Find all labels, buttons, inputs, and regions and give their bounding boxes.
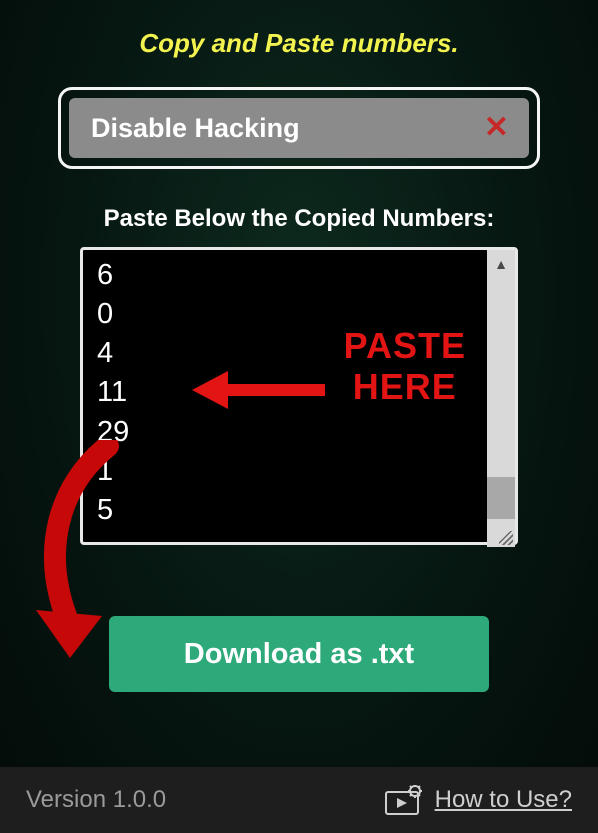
disable-hacking-label: Disable Hacking — [91, 113, 300, 144]
resize-grip-icon[interactable] — [493, 525, 515, 547]
numbers-textarea[interactable] — [80, 247, 518, 545]
disable-hacking-box: Disable Hacking ✕ — [58, 87, 540, 169]
how-to-use-label: How to Use? — [435, 786, 572, 814]
video-gear-icon — [385, 785, 423, 815]
close-icon[interactable]: ✕ — [484, 113, 509, 143]
download-txt-button[interactable]: Download as .txt — [109, 616, 489, 692]
how-to-use-link[interactable]: How to Use? — [385, 785, 572, 815]
version-label: Version 1.0.0 — [26, 786, 166, 814]
numbers-textarea-wrap: ▲ ▼ PASTE HERE — [80, 247, 518, 550]
scroll-up-icon[interactable]: ▲ — [487, 250, 515, 278]
paste-instruction-label: Paste Below the Copied Numbers: — [0, 205, 598, 233]
footer: Version 1.0.0 How to Use? — [0, 767, 598, 833]
scrollbar[interactable]: ▲ ▼ — [487, 250, 515, 547]
scroll-thumb[interactable] — [487, 477, 515, 519]
disable-hacking-inner: Disable Hacking ✕ — [69, 98, 529, 158]
scroll-track[interactable] — [487, 278, 515, 519]
page-title: Copy and Paste numbers. — [0, 0, 598, 59]
